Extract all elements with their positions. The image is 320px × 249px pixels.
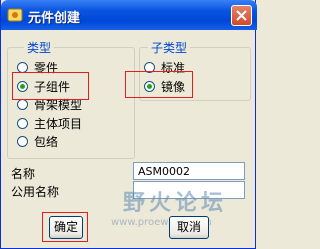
type-option-bulk-item[interactable]: 主体项目 — [17, 115, 82, 131]
app-icon — [7, 8, 23, 22]
radio-envelope[interactable] — [17, 135, 28, 147]
type-group-title: 类型 — [24, 39, 55, 56]
highlight-ok — [42, 212, 88, 242]
radio-part[interactable] — [17, 61, 28, 73]
cancel-button[interactable]: 取消 — [169, 216, 209, 239]
common-name-label: 公用名称 — [11, 185, 60, 199]
subtype-group-title: 子类型 — [148, 39, 191, 56]
title-bar[interactable]: 元件创建 — [1, 0, 257, 30]
name-input[interactable] — [133, 162, 245, 180]
radio-bulk-item[interactable] — [17, 117, 28, 129]
type-option-envelope[interactable]: 包络 — [17, 133, 58, 149]
name-label: 名称 — [11, 167, 36, 181]
radio-label-bulk-item: 主体项目 — [34, 116, 83, 131]
highlight-subassembly — [12, 72, 89, 100]
common-name-input[interactable] — [133, 181, 245, 199]
radio-skeleton-model[interactable] — [17, 98, 28, 110]
radio-label-envelope: 包络 — [34, 134, 59, 149]
close-button[interactable] — [231, 5, 252, 26]
window-title: 元件创建 — [28, 11, 81, 26]
component-create-dialog: 元件创建 类型 零件 子组件 骨架模型 主体项目 包络 子类型 标准 镜像 名称… — [0, 0, 257, 249]
close-icon — [236, 10, 247, 21]
highlight-mirror — [125, 71, 193, 98]
